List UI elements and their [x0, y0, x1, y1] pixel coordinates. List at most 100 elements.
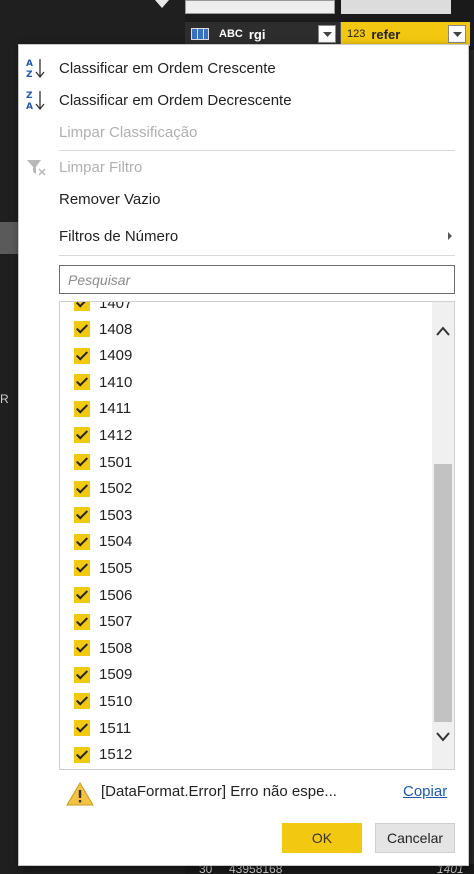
- list-item[interactable]: 1508: [74, 637, 132, 659]
- menu-clear-sort: Limpar Classificação: [19, 117, 459, 147]
- value-checklist: 1407 1408 1409 1410 1411 1412 1501 1502 1503 150…: [59, 301, 455, 770]
- table-icon[interactable]: [191, 28, 209, 40]
- list-item-label: 1410: [99, 373, 133, 391]
- checkbox[interactable]: [74, 427, 90, 444]
- checkbox[interactable]: [74, 640, 90, 657]
- checkbox[interactable]: [74, 321, 90, 337]
- list-item-label: 1509: [99, 666, 133, 684]
- checkbox[interactable]: [74, 480, 90, 497]
- column-name: refer: [371, 26, 401, 42]
- svg-text:A: A: [26, 102, 33, 112]
- clear-filter-icon: [27, 160, 46, 176]
- background-input: [185, 0, 335, 14]
- checkbox[interactable]: [74, 400, 90, 417]
- search-input[interactable]: [59, 265, 455, 294]
- ok-button[interactable]: OK: [282, 823, 362, 853]
- menu-separator: [59, 150, 455, 151]
- checkbox[interactable]: [74, 302, 90, 311]
- list-item-label: 1512: [99, 746, 133, 764]
- menu-label: Limpar Classificação: [59, 123, 198, 141]
- menu-label: Remover Vazio: [59, 190, 161, 208]
- menu-number-filters[interactable]: Filtros de Número: [19, 221, 459, 251]
- list-item[interactable]: 1509: [74, 664, 132, 686]
- filter-dropdown-panel: A Z Classificar em Ordem Crescente Z A C…: [18, 44, 469, 866]
- list-item[interactable]: 1504: [74, 531, 132, 553]
- svg-text:Z: Z: [26, 70, 33, 80]
- chevron-up-icon[interactable]: [435, 324, 451, 338]
- copy-link[interactable]: Copiar: [403, 783, 447, 800]
- list-item[interactable]: 1512: [74, 744, 132, 766]
- menu-label: Classificar em Ordem Decrescente: [59, 91, 292, 109]
- list-item[interactable]: 1410: [74, 371, 132, 393]
- column-dropdown-button[interactable]: [318, 25, 336, 43]
- svg-text:A: A: [26, 59, 33, 69]
- warning-icon: [66, 782, 94, 806]
- svg-text:Z: Z: [26, 91, 33, 101]
- list-item-label: 1409: [99, 347, 133, 365]
- list-item-label: 1408: [99, 320, 133, 338]
- checkbox[interactable]: [74, 613, 90, 630]
- checkbox[interactable]: [74, 507, 90, 524]
- list-item[interactable]: 1507: [74, 611, 132, 633]
- list-item[interactable]: 1510: [74, 690, 132, 712]
- chevron-right-icon: [448, 232, 452, 240]
- number-type-icon[interactable]: 123: [347, 28, 365, 40]
- list-item-label: 1510: [99, 692, 133, 710]
- menu-separator: [59, 255, 455, 256]
- list-item[interactable]: 1409: [74, 345, 132, 367]
- list-item-label: 1507: [99, 613, 133, 631]
- list-item[interactable]: 1412: [74, 424, 132, 446]
- checkbox[interactable]: [74, 746, 90, 763]
- column-header-refer[interactable]: 123 refer: [341, 22, 470, 46]
- list-item-label: 1503: [99, 506, 133, 524]
- list-item-label: 1502: [99, 480, 133, 498]
- background-letter: R: [0, 392, 9, 406]
- text-type-icon[interactable]: ABC: [219, 28, 243, 40]
- list-item[interactable]: 1511: [74, 717, 131, 739]
- checkbox[interactable]: [74, 587, 90, 603]
- chevron-down-icon[interactable]: [435, 730, 451, 744]
- sort-descending-icon: Z A: [26, 91, 45, 112]
- list-item[interactable]: 1506: [74, 584, 132, 606]
- checkbox[interactable]: [74, 720, 90, 736]
- list-item[interactable]: 1502: [74, 478, 132, 500]
- list-item-label: 1504: [99, 533, 133, 551]
- list-item-label: 1501: [99, 453, 133, 471]
- menu-label: Classificar em Ordem Crescente: [59, 59, 276, 77]
- sort-ascending-icon: A Z: [26, 59, 45, 80]
- column-dropdown-button[interactable]: [448, 25, 466, 43]
- scrollbar[interactable]: [432, 302, 454, 769]
- list-item-label: 1506: [99, 586, 133, 604]
- list-item-label: 1412: [99, 426, 133, 444]
- checkbox[interactable]: [74, 693, 90, 710]
- list-item[interactable]: 1503: [74, 504, 132, 526]
- list-item-label: 1508: [99, 639, 133, 657]
- checkbox[interactable]: [74, 374, 90, 391]
- menu-label: Limpar Filtro: [59, 158, 143, 176]
- list-item[interactable]: 1411: [74, 398, 131, 420]
- background-selection-strip: [0, 222, 20, 254]
- menu-label: Filtros de Número: [59, 227, 179, 245]
- checkbox[interactable]: [74, 560, 90, 577]
- menu-sort-ascending[interactable]: A Z Classificar em Ordem Crescente: [19, 53, 459, 83]
- chevron-down-icon[interactable]: [155, 0, 169, 8]
- error-message: [DataFormat.Error] Erro não espe...: [101, 783, 337, 800]
- column-name: rgi: [248, 26, 266, 42]
- checkbox[interactable]: [74, 347, 90, 364]
- list-item[interactable]: 1501: [74, 451, 132, 473]
- checkbox[interactable]: [74, 533, 90, 550]
- background-input-2: [341, 0, 451, 14]
- checkbox[interactable]: [74, 454, 90, 470]
- list-item-label: 1407: [99, 301, 133, 312]
- list-item[interactable]: 1407: [74, 301, 133, 314]
- menu-sort-descending[interactable]: Z A Classificar em Ordem Decrescente: [19, 85, 459, 115]
- column-header-rgi[interactable]: ABC rgi: [185, 22, 341, 46]
- checkbox[interactable]: [74, 666, 90, 683]
- list-item[interactable]: 1505: [74, 557, 132, 579]
- menu-clear-filter: Limpar Filtro: [19, 152, 459, 182]
- list-item-label: 1411: [99, 400, 132, 418]
- scrollbar-thumb[interactable]: [434, 464, 452, 722]
- menu-remove-empty[interactable]: Remover Vazio: [19, 184, 459, 214]
- cancel-button[interactable]: Cancelar: [375, 823, 455, 853]
- list-item[interactable]: 1408: [74, 318, 132, 340]
